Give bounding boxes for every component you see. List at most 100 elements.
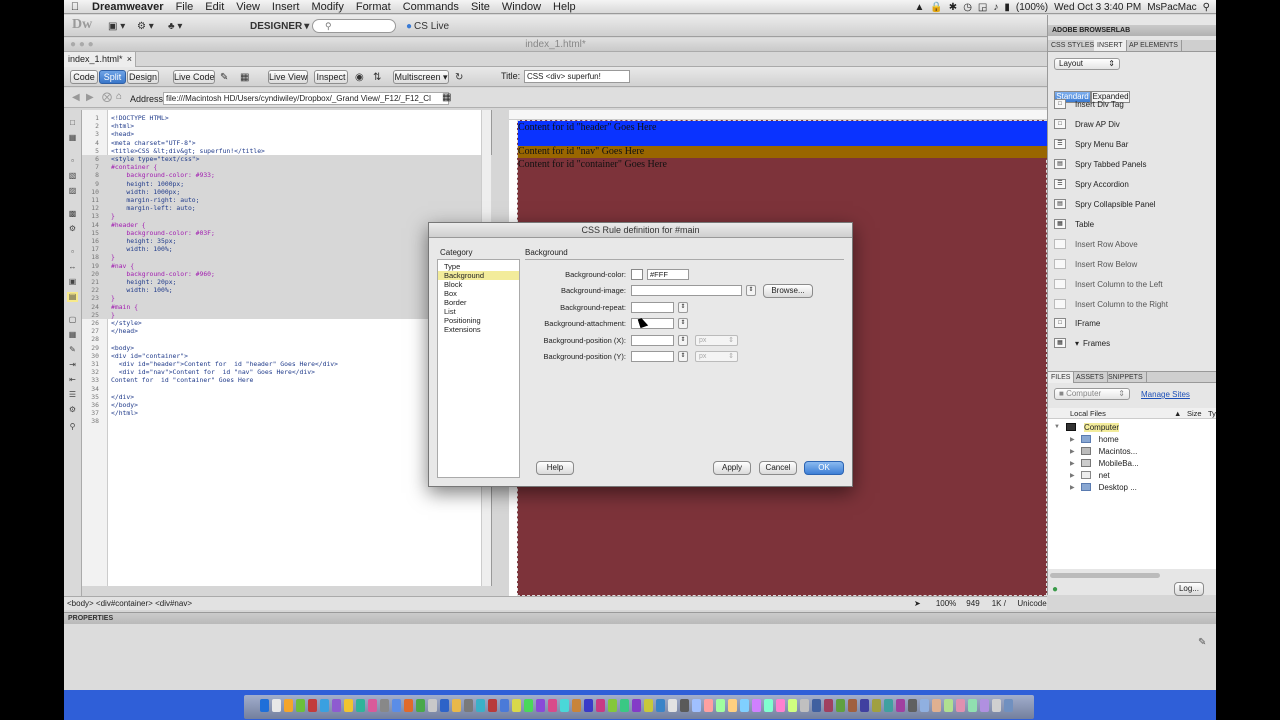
browserlab-header[interactable]: ADOBE BROWSERLAB	[1048, 25, 1216, 36]
dock-app-icon[interactable]	[332, 699, 341, 712]
volume-icon[interactable]: ♪	[993, 2, 998, 13]
dock-app-icon[interactable]	[776, 699, 785, 712]
header-div[interactable]: Content for id "header" Goes Here	[518, 121, 1048, 146]
category-block[interactable]: Block	[438, 280, 519, 289]
multiscreen-button[interactable]: Multiscreen ▾	[393, 70, 449, 84]
clock-icon[interactable]: ◷	[963, 2, 972, 13]
dock-app-icon[interactable]	[728, 699, 737, 712]
live-view-button[interactable]: Live View	[268, 70, 308, 84]
dock-app-icon[interactable]	[872, 699, 881, 712]
dock-app-icon[interactable]	[428, 699, 437, 712]
category-box[interactable]: Box	[438, 289, 519, 298]
menu-app-name[interactable]: Dreamweaver	[86, 1, 170, 13]
code-line[interactable]: 7 #container {	[82, 163, 492, 172]
home-icon[interactable]: ⌂	[116, 91, 122, 102]
dock-app-icon[interactable]	[896, 699, 905, 712]
posx-dropdown-icon[interactable]: ⇕	[678, 335, 688, 346]
dock-app-icon[interactable]	[992, 699, 1001, 712]
dropbox-icon[interactable]: ▲	[914, 2, 924, 13]
recent-snippets-icon[interactable]: ▦	[67, 330, 78, 340]
dock-app-icon[interactable]	[656, 699, 665, 712]
dock-app-icon[interactable]	[344, 699, 353, 712]
collapse-tag-icon[interactable]: ▦	[67, 133, 78, 143]
dock-app-icon[interactable]	[968, 699, 977, 712]
dock-app-icon[interactable]	[644, 699, 653, 712]
dock-app-icon[interactable]	[680, 699, 689, 712]
workspace-switcher[interactable]: DESIGNER ▾	[250, 19, 309, 33]
menu-view[interactable]: View	[230, 1, 266, 13]
color-swatch[interactable]	[631, 269, 643, 280]
apply-button[interactable]: Apply	[713, 461, 751, 475]
tab-css-styles[interactable]: CSS STYLES	[1048, 40, 1099, 51]
dock-app-icon[interactable]	[692, 699, 701, 712]
site-location-select[interactable]: ■ Computer ⇕	[1054, 388, 1130, 400]
dock-app-icon[interactable]	[524, 699, 533, 712]
code-line[interactable]: 1 <!DOCTYPE HTML>	[82, 114, 492, 122]
insert-table[interactable]: ▦ Table	[1054, 216, 1094, 232]
js-icon[interactable]: ✎	[220, 70, 228, 84]
split-view-button[interactable]: Split	[99, 70, 126, 84]
dock-app-icon[interactable]	[740, 699, 749, 712]
dock-app-icon[interactable]	[668, 699, 677, 712]
lock-icon[interactable]: 🔒	[930, 2, 942, 13]
dock-app-icon[interactable]	[980, 699, 989, 712]
category-positioning[interactable]: Positioning	[438, 316, 519, 325]
code-line[interactable]: 2 <html>	[82, 122, 492, 130]
code-line[interactable]: 11 margin-right: auto;	[82, 196, 492, 205]
dialog-title[interactable]: CSS Rule definition for #main	[429, 223, 852, 238]
tree-item-desktop[interactable]: ▶ Desktop ...	[1070, 481, 1137, 493]
move-css-icon[interactable]: ✎	[67, 345, 78, 355]
back-icon[interactable]: ◀	[72, 92, 80, 103]
spry-accordion[interactable]: ☰ Spry Accordion	[1054, 176, 1129, 192]
category-list-item[interactable]: List	[438, 307, 519, 316]
menu-format[interactable]: Format	[350, 1, 397, 13]
dock-app-icon[interactable]	[260, 699, 269, 712]
open-documents-icon[interactable]: □	[67, 118, 78, 128]
dock-app-icon[interactable]	[452, 699, 461, 712]
nav-div[interactable]: Content for id "nav" Goes Here	[518, 146, 1048, 158]
edit-rule-icon[interactable]: ✎	[1198, 637, 1206, 648]
uncomment-icon[interactable]: ▤	[67, 292, 78, 302]
repeat-dropdown-icon[interactable]: ⇕	[678, 302, 688, 313]
posy-unit-select[interactable]: px ⇕	[695, 351, 738, 362]
file-management-icon[interactable]: ⇅	[373, 70, 381, 84]
user-name[interactable]: MsPacMac	[1147, 2, 1196, 13]
window-controls-icon[interactable]: ● ● ●	[70, 38, 94, 52]
dock-app-icon[interactable]	[392, 699, 401, 712]
code-line[interactable]: 8 background-color: #933;	[82, 171, 492, 180]
manage-sites-link[interactable]: Manage Sites	[1141, 390, 1190, 399]
menu-modify[interactable]: Modify	[305, 1, 349, 13]
insert-div-tag[interactable]: □ Insert Div Tag	[1054, 96, 1124, 112]
posx-unit-select[interactable]: px ⇕	[695, 335, 738, 346]
menu-file[interactable]: File	[170, 1, 200, 13]
dock-app-icon[interactable]	[956, 699, 965, 712]
dock-app-icon[interactable]	[560, 699, 569, 712]
spotlight-code-icon[interactable]: ⚲	[67, 422, 78, 432]
insert-frames[interactable]: ▦ ▾ Frames	[1054, 335, 1110, 351]
help-button[interactable]: Help	[536, 461, 574, 475]
dock-app-icon[interactable]	[620, 699, 629, 712]
dock-app-icon[interactable]	[548, 699, 557, 712]
tab-assets[interactable]: ASSETS	[1073, 372, 1108, 383]
posy-dropdown-icon[interactable]: ⇕	[678, 351, 688, 362]
connect-icon[interactable]: ●	[1052, 584, 1058, 595]
expand-all-icon[interactable]: ▧	[67, 171, 78, 181]
insert-category-select[interactable]: Layout ⇕	[1054, 58, 1120, 70]
insert-row-above[interactable]: Insert Row Above	[1054, 236, 1138, 252]
col-local-files[interactable]: Local Files	[1070, 408, 1106, 419]
apply-source-icon[interactable]: ⚙	[67, 405, 78, 415]
tag-selector[interactable]: <body> <div#container> <div#nav>	[67, 597, 192, 610]
category-background[interactable]: Background	[438, 271, 519, 280]
spotlight-icon[interactable]: ⚲	[1203, 2, 1210, 13]
tab-index-html[interactable]: index_1.html* ×	[64, 52, 136, 67]
dock-app-icon[interactable]	[704, 699, 713, 712]
dock-app-icon[interactable]	[488, 699, 497, 712]
dock-app-icon[interactable]	[476, 699, 485, 712]
menu-help[interactable]: Help	[547, 1, 582, 13]
category-extensions[interactable]: Extensions	[438, 325, 519, 334]
site-icon[interactable]: ♣ ▾	[168, 19, 182, 33]
attachment-dropdown-icon[interactable]: ⇕	[678, 318, 688, 329]
category-type[interactable]: Type	[438, 262, 519, 271]
code-line[interactable]: 12 margin-left: auto;	[82, 204, 492, 213]
dock-app-icon[interactable]	[764, 699, 773, 712]
